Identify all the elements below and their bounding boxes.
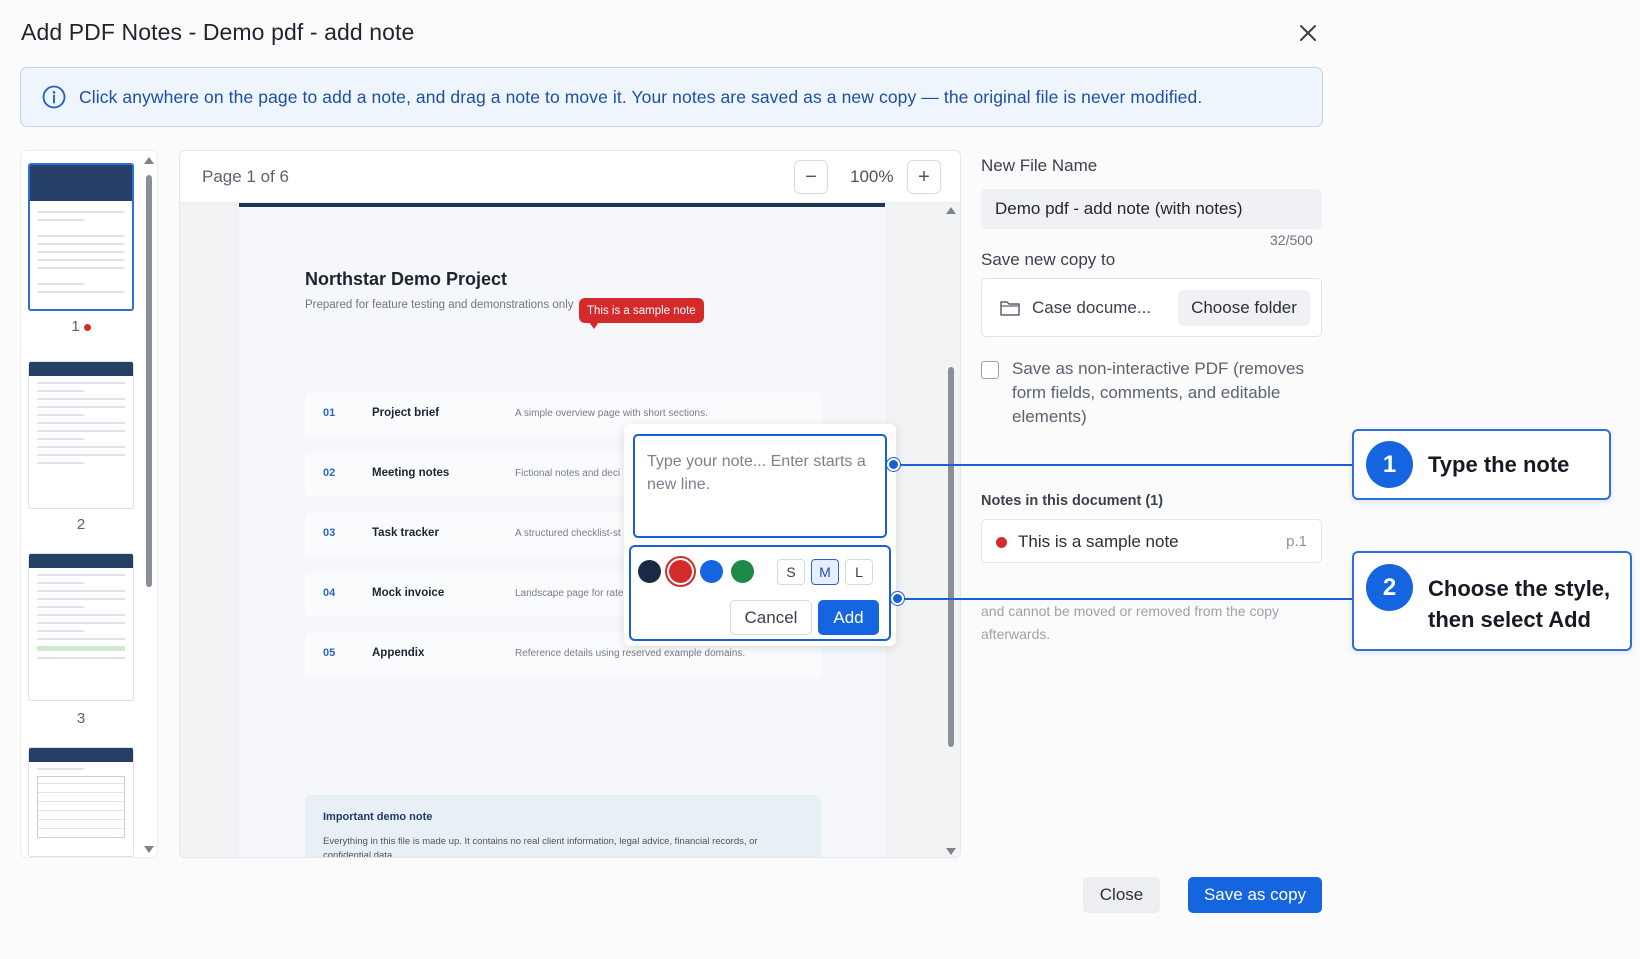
info-text: Click anywhere on the page to add a note… xyxy=(79,86,1203,107)
thumbnail-page-4[interactable] xyxy=(28,747,134,857)
color-navy-swatch[interactable] xyxy=(638,560,661,583)
color-green-swatch[interactable] xyxy=(731,560,754,583)
viewer-scrollbar[interactable] xyxy=(945,207,956,855)
document-title: Northstar Demo Project xyxy=(305,269,508,289)
color-blue-swatch[interactable] xyxy=(700,560,723,583)
callout-text: Choose the style, then select Add xyxy=(1428,576,1611,632)
size-large-button[interactable]: L xyxy=(845,559,873,585)
folder-path: Case docume... xyxy=(1032,298,1152,317)
file-name-label: New File Name xyxy=(981,156,1098,175)
folder-icon xyxy=(1000,301,1020,316)
viewer-toolbar: Page 1 of 6 − 100% + xyxy=(180,151,960,203)
thumbnail-label: 3 xyxy=(76,710,86,727)
thumbnail-scrollbar[interactable] xyxy=(143,157,154,853)
zoom-out-button[interactable]: − xyxy=(794,160,828,194)
note-style-box: S M L Cancel Add xyxy=(629,545,891,641)
thumbnail-page-2[interactable] xyxy=(28,361,134,509)
callout-step-2: 2 Choose the style, then select Add xyxy=(1352,551,1632,651)
file-name-input[interactable] xyxy=(981,189,1322,229)
save-to-label: Save new copy to xyxy=(981,250,1116,269)
dialog-title: Add PDF Notes - Demo pdf - add note xyxy=(21,19,415,45)
step-number: 2 xyxy=(1366,564,1413,611)
close-icon[interactable] xyxy=(1295,20,1321,46)
note-text-input[interactable] xyxy=(633,434,887,538)
non-interactive-label: Save as non-interactive PDF (removes for… xyxy=(1012,359,1304,426)
color-red-swatch[interactable] xyxy=(669,560,692,583)
zoom-in-button[interactable]: + xyxy=(907,160,941,194)
thumbnail-label: 1 xyxy=(28,318,134,335)
page-indicator: Page 1 of 6 xyxy=(202,167,289,186)
list-item[interactable]: This is a sample note p.1 xyxy=(981,519,1322,563)
char-counter: 32/500 xyxy=(1270,232,1313,248)
non-interactive-checkbox[interactable] xyxy=(981,361,999,379)
note-item-page: p.1 xyxy=(1286,533,1307,550)
note-indicator-dot xyxy=(83,323,91,331)
callout-anchor xyxy=(891,592,904,605)
folder-selector: Case docume... Choose folder xyxy=(981,278,1322,337)
thumbnail-page-3[interactable] xyxy=(28,553,134,701)
callout-anchor xyxy=(887,458,900,471)
cancel-button[interactable]: Cancel xyxy=(730,600,812,635)
note-color-dot xyxy=(996,537,1007,548)
size-small-button[interactable]: S xyxy=(777,559,805,585)
note-editor-popup: S M L Cancel Add xyxy=(624,424,896,646)
callout-connector xyxy=(896,598,1352,600)
callout-connector xyxy=(892,464,1352,466)
size-medium-button[interactable]: M xyxy=(811,559,839,585)
document-subtitle: Prepared for feature testing and demonst… xyxy=(305,299,574,311)
notes-list-title: Notes in this document (1) xyxy=(981,493,1164,509)
step-number: 1 xyxy=(1366,441,1413,488)
info-banner: Click anywhere on the page to add a note… xyxy=(20,67,1323,127)
thumbnail-page-1[interactable] xyxy=(28,163,134,311)
callout-step-1: 1 Type the note xyxy=(1352,429,1611,500)
notes-footnote: and cannot be moved or removed from the … xyxy=(981,603,1280,642)
info-icon xyxy=(42,85,66,109)
zoom-level: 100% xyxy=(850,167,894,186)
choose-folder-button[interactable]: Choose folder xyxy=(1178,290,1310,326)
callout-text: Type the note xyxy=(1428,452,1570,477)
save-as-copy-button[interactable]: Save as copy xyxy=(1188,877,1322,913)
sample-note-marker[interactable]: This is a sample note xyxy=(579,298,704,329)
important-note-box: Important demo note Everything in this f… xyxy=(305,795,821,857)
thumbnail-label: 2 xyxy=(76,516,86,533)
add-button[interactable]: Add xyxy=(818,600,879,635)
note-item-text: This is a sample note xyxy=(1018,532,1179,551)
close-button[interactable]: Close xyxy=(1083,877,1160,913)
thumbnail-panel: 1 2 3 xyxy=(20,150,158,858)
